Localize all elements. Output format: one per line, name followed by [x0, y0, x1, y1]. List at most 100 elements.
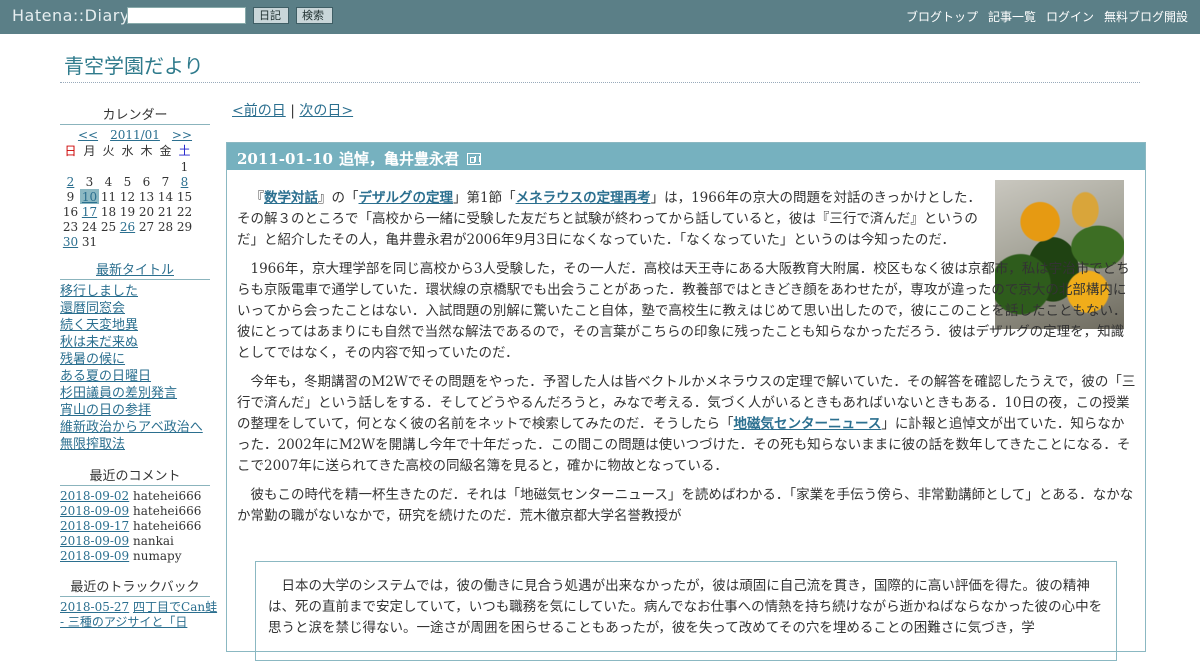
recent-titles-heading[interactable]: 最新タイトル — [60, 259, 210, 280]
calendar-day: 7 — [161, 174, 170, 189]
next-day-link[interactable]: 次の日> — [299, 103, 353, 119]
day-navigation: <前の日 | 次の日> — [232, 100, 1146, 120]
blog-title[interactable]: 青空学園だより — [64, 50, 204, 79]
calendar-day — [61, 159, 80, 174]
recent-title-link[interactable]: 維新政治からアベ政治へ — [60, 420, 203, 435]
calendar-day: 20 — [138, 204, 155, 219]
search-button[interactable]: 検索 — [296, 7, 333, 24]
calendar-prev-link[interactable]: << — [78, 128, 98, 142]
calendar-day[interactable]: 10 — [80, 189, 99, 204]
calendar-day[interactable]: 26 — [118, 219, 137, 234]
calendar-day: 12 — [119, 189, 136, 204]
prev-day-link[interactable]: <前の日 — [232, 103, 286, 119]
calendar-day: 9 — [66, 189, 75, 204]
calendar-day: 6 — [142, 174, 151, 189]
calendar-day[interactable]: 30 — [61, 234, 80, 249]
hatena-diary-logo[interactable]: Hatena::Diary — [12, 6, 130, 25]
calendar-day — [99, 234, 118, 249]
calendar-day: 15 — [176, 189, 193, 204]
recent-title-link[interactable]: 残暑の候に — [60, 352, 125, 367]
keyword-link-desargues-theorem[interactable]: デザルグの定理 — [359, 190, 454, 206]
recent-comments-heading: 最近のコメント — [60, 465, 210, 486]
calendar-day[interactable]: 17 — [80, 204, 99, 219]
keyword-link-geomagnetic-center-news[interactable]: 地磁気センターニュース — [734, 416, 882, 432]
search-input[interactable] — [127, 7, 246, 24]
day-nav-separator: | — [290, 103, 295, 119]
trackback-title-link[interactable]: 四丁目でCan蛙 — [133, 600, 217, 614]
comment-date-link[interactable]: 2018-09-02 — [60, 489, 129, 503]
recent-title-link[interactable]: 杉田議員の差別発言 — [60, 386, 177, 401]
calendar-next-link[interactable]: >> — [172, 128, 192, 142]
comment-date-link[interactable]: 2018-09-17 — [60, 519, 129, 533]
calendar-day: 16 — [62, 204, 79, 219]
calendar-day — [118, 159, 137, 174]
comment-date-link[interactable]: 2018-09-09 — [60, 549, 129, 563]
permalink-icon[interactable] — [466, 152, 481, 165]
trackback-date-link[interactable]: 2018-05-27 — [60, 600, 129, 614]
calendar-day: 29 — [176, 219, 193, 234]
recent-comment-item: 2018-09-17 hatehei666 — [60, 519, 210, 534]
comment-date-link[interactable]: 2018-09-09 — [60, 504, 129, 518]
calendar-day: 11 — [100, 189, 117, 204]
recent-title-item: 維新政治からアベ政治へ — [60, 419, 210, 436]
calendar-day — [156, 159, 175, 174]
comment-user: hatehei666 — [133, 519, 202, 533]
calendar-day: 22 — [176, 204, 193, 219]
calendar-weekday: 月 — [83, 144, 96, 158]
calendar-day: 31 — [81, 234, 98, 249]
article-list-link[interactable]: 記事一覧 — [988, 8, 1036, 25]
calendar-day[interactable]: 8 — [175, 174, 194, 189]
calendar-day: 23 — [62, 219, 79, 234]
login-link[interactable]: ログイン — [1046, 8, 1094, 25]
calendar-nav: << 2011/01 >> — [60, 128, 210, 142]
header-divider — [60, 82, 1140, 83]
recent-comment-item: 2018-09-09 nankai — [60, 534, 210, 549]
calendar-day[interactable]: 2 — [61, 174, 80, 189]
recent-title-link[interactable]: 続く天変地異 — [60, 318, 138, 333]
calendar-day — [137, 234, 156, 249]
keyword-link-math-dialogue[interactable]: 数学対話 — [264, 190, 318, 206]
calendar-day: 21 — [157, 204, 174, 219]
diary-entry: 2011-01-10 追悼，亀井豊永君 『数学対話』の「デザルグの定理」第1節「… — [226, 142, 1146, 661]
diary-search-button[interactable]: 日記 — [253, 7, 289, 24]
recent-title-link[interactable]: 無限搾取法 — [60, 437, 125, 452]
recent-comment-item: 2018-09-02 hatehei666 — [60, 489, 210, 504]
calendar-weekday: 水 — [121, 144, 134, 158]
calendar-day: 28 — [157, 219, 174, 234]
recent-title-item: ある夏の日曜日 — [60, 368, 210, 385]
entry-header: 2011-01-10 追悼，亀井豊永君 — [227, 143, 1145, 170]
sidebar: カレンダー << 2011/01 >> 日月火水木金土 1 2 3 4 5 6 7 8 9 10 1… — [60, 104, 217, 630]
recent-title-link[interactable]: ある夏の日曜日 — [60, 369, 151, 384]
blog-top-link[interactable]: ブログトップ — [906, 8, 978, 25]
calendar-day — [80, 159, 99, 174]
calendar-weekday: 金 — [159, 144, 172, 158]
free-blog-signup-link[interactable]: 無料ブログ開設 — [1104, 8, 1188, 25]
comment-date-link[interactable]: 2018-09-09 — [60, 534, 129, 548]
calendar-month-link[interactable]: 2011/01 — [110, 128, 160, 142]
recent-title-item: 続く天変地異 — [60, 317, 210, 334]
recent-trackback-item: - 三種のアジサイと「日 — [60, 615, 210, 630]
recent-trackbacks-list: 2018-05-27 四丁目でCan蛙 - 三種のアジサイと「日 — [60, 600, 217, 630]
comment-user: numapy — [133, 549, 182, 563]
calendar-weekday: 火 — [102, 144, 115, 158]
calendar-day: 25 — [100, 219, 117, 234]
recent-title-item: 無限搾取法 — [60, 436, 210, 453]
top-links: ブログトップ 記事一覧 ログイン 無料ブログ開設 — [906, 8, 1188, 25]
recent-title-link[interactable]: 還暦同窓会 — [60, 301, 125, 316]
trackback-title-link[interactable]: - 三種のアジサイと「日 — [60, 615, 187, 629]
calendar-weekday: 木 — [140, 144, 153, 158]
calendar-day: 19 — [119, 204, 136, 219]
entry-date-link[interactable]: 2011-01-10 — [237, 150, 333, 168]
comment-user: nankai — [133, 534, 174, 548]
keyword-link-menelaus-theorem[interactable]: メネラウスの定理再考 — [516, 190, 651, 206]
calendar-day — [99, 159, 118, 174]
recent-comment-item: 2018-09-09 numapy — [60, 549, 210, 564]
comment-user: hatehei666 — [133, 504, 202, 518]
top-bar: Hatena::Diary 日記 検索 ブログトップ 記事一覧 ログイン 無料ブ… — [0, 0, 1200, 34]
recent-title-link[interactable]: 秋は未だ来ぬ — [60, 335, 138, 350]
comment-user: hatehei666 — [133, 489, 202, 503]
recent-comments-list: 2018-09-02 hatehei666 2018-09-09 hatehei6… — [60, 489, 210, 564]
recent-title-link[interactable]: 移行しました — [60, 284, 138, 299]
entry-title: 追悼，亀井豊永君 — [338, 150, 459, 168]
recent-title-link[interactable]: 宵山の日の参拝 — [60, 403, 151, 418]
